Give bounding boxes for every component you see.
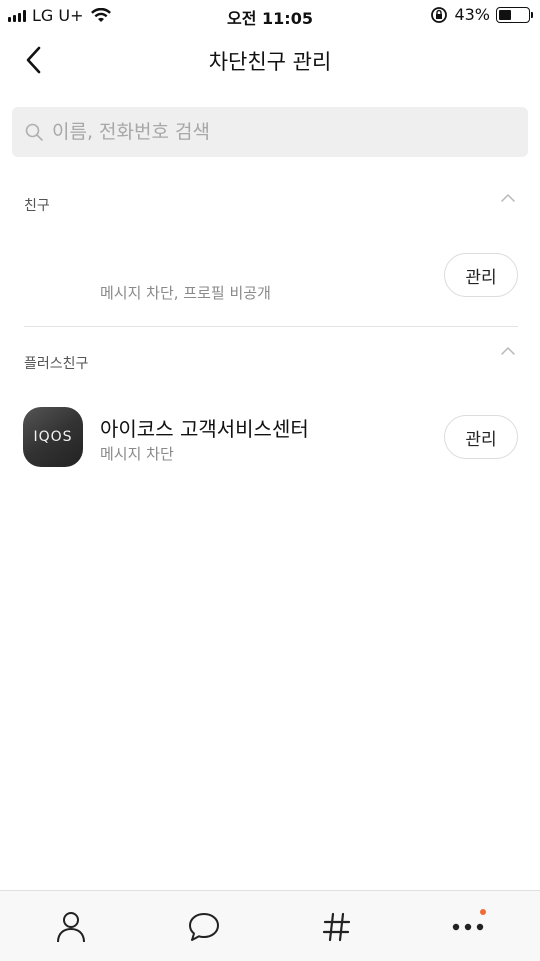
search-box[interactable] [12, 107, 528, 157]
header: 차단친구 관리 [0, 36, 540, 86]
chevron-up-icon[interactable] [500, 346, 516, 356]
avatar-logo-text: IQOS [33, 429, 73, 445]
search-input[interactable] [52, 121, 492, 143]
section-title-plus-friends: 플러스친구 [24, 356, 89, 372]
list-item[interactable]: 메시지 차단, 프로필 비공개 관리 [0, 230, 540, 320]
more-icon [452, 923, 484, 931]
divider [24, 326, 518, 327]
friend-status: 메시지 차단, 프로필 비공개 [100, 284, 271, 302]
tab-hashtag[interactable] [317, 909, 357, 945]
person-icon [57, 912, 85, 943]
manage-button[interactable]: 관리 [444, 415, 518, 459]
rotation-lock-icon [431, 6, 448, 23]
bottom-tab-bar [0, 890, 540, 961]
list-item[interactable]: IQOS 아이코스 고객서비스센터 메시지 차단 관리 [0, 400, 540, 475]
search-icon [25, 123, 43, 141]
battery-fill [499, 9, 512, 20]
avatar: IQOS [23, 407, 83, 467]
notification-dot [480, 909, 486, 915]
status-bar: LG U+ 오전 11:05 43% [0, 0, 540, 32]
battery-icon [496, 6, 533, 23]
plus-friend-status: 메시지 차단 [100, 445, 174, 463]
manage-button[interactable]: 관리 [444, 253, 518, 297]
battery-percent: 43% [454, 5, 490, 24]
tab-chats[interactable] [184, 909, 224, 945]
tab-friends[interactable] [51, 909, 91, 945]
page-title: 차단친구 관리 [208, 50, 332, 74]
chevron-up-icon[interactable] [500, 193, 516, 203]
chat-bubble-icon [189, 913, 219, 941]
section-title-friends: 친구 [24, 198, 50, 214]
status-right: 43% [430, 5, 533, 24]
plus-friend-name: 아이코스 고객서비스센터 [100, 417, 309, 441]
tab-more[interactable] [448, 909, 488, 945]
hashtag-icon [322, 912, 351, 942]
